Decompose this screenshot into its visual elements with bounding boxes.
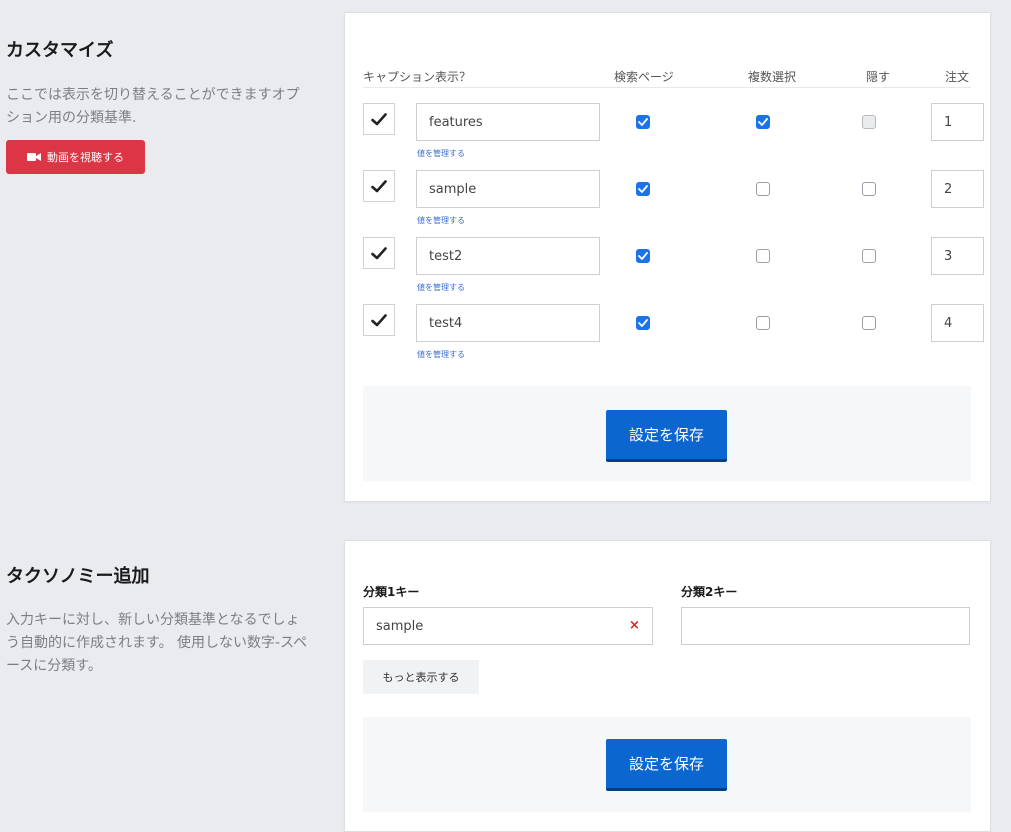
customize-card: キャプション表示？ 検索ページ 複数選択 隠す 注文 features 値を管理す…: [344, 12, 991, 502]
clear-icon[interactable]: ×: [629, 618, 640, 633]
search-page-checkbox[interactable]: [636, 115, 650, 129]
hide-checkbox[interactable]: [862, 115, 876, 129]
header-caption: キャプション表示？: [363, 70, 472, 84]
caption-toggle[interactable]: [363, 170, 395, 202]
taxonomy-name-value: features: [429, 114, 483, 130]
hide-checkbox[interactable]: [862, 182, 876, 196]
key1-value: sample: [376, 618, 424, 634]
multiple-select-checkbox[interactable]: [756, 316, 770, 330]
watch-video-button[interactable]: 動画を視聴する: [6, 140, 145, 174]
caption-toggle[interactable]: [363, 304, 395, 336]
taxonomy-name-input[interactable]: test2: [416, 237, 600, 275]
order-input[interactable]: 1: [931, 103, 984, 141]
order-value: 4: [944, 315, 953, 331]
header-multiple: 複数選択: [748, 70, 797, 84]
header-order: 注文: [945, 70, 970, 84]
search-page-checkbox[interactable]: [636, 316, 650, 330]
customize-description: ここでは表示を切り替えることができますオプション用の分類基準.: [6, 87, 300, 126]
caption-toggle[interactable]: [363, 237, 395, 269]
taxonomy-section-info: タクソノミー追加 入力キーに対し、新しい分類基準となるでしょう自動的に作成されま…: [6, 562, 311, 678]
video-camera-icon: [27, 152, 41, 162]
key1-label: 分類1キー: [363, 585, 420, 599]
multiple-select-checkbox[interactable]: [756, 249, 770, 263]
checkmark-icon: [371, 112, 387, 126]
manage-values-link[interactable]: 値を管理する: [417, 282, 465, 293]
taxonomy-description: 入力キーに対し、新しい分類基準となるでしょう自動的に作成されます。 使用しない数…: [6, 612, 308, 674]
taxonomy-name-value: test4: [429, 315, 463, 331]
manage-values-link[interactable]: 値を管理する: [417, 215, 465, 226]
checkmark-icon: [371, 246, 387, 260]
customize-footer: 設定を保存: [363, 386, 971, 481]
taxonomy-name-value: sample: [429, 181, 477, 197]
order-value: 2: [944, 181, 953, 197]
taxonomy-card: 分類1キー 分類2キー sample × もっと表示する 設定を保存: [344, 540, 991, 832]
order-input[interactable]: 2: [931, 170, 984, 208]
order-value: 1: [944, 114, 953, 130]
order-input[interactable]: 4: [931, 304, 984, 342]
multiple-select-checkbox[interactable]: [756, 182, 770, 196]
manage-values-link[interactable]: 値を管理する: [417, 349, 465, 360]
hide-checkbox[interactable]: [862, 316, 876, 330]
key1-input[interactable]: sample: [363, 607, 653, 645]
customize-section-info: カスタマイズ ここでは表示を切り替えることができますオプション用の分類基準.: [6, 36, 311, 130]
taxonomy-footer: 設定を保存: [363, 717, 971, 812]
key2-label: 分類2キー: [681, 585, 738, 599]
caption-toggle[interactable]: [363, 103, 395, 135]
multiple-select-checkbox[interactable]: [756, 115, 770, 129]
customize-title: カスタマイズ: [6, 40, 114, 61]
key2-input[interactable]: [681, 607, 970, 645]
search-page-checkbox[interactable]: [636, 249, 650, 263]
watch-video-label: 動画を視聴する: [47, 151, 124, 164]
header-search: 検索ページ: [614, 70, 674, 84]
taxonomy-name-value: test2: [429, 248, 463, 264]
show-more-button[interactable]: もっと表示する: [363, 660, 479, 694]
checkmark-icon: [371, 179, 387, 193]
manage-values-link[interactable]: 値を管理する: [417, 148, 465, 159]
save-taxonomy-button[interactable]: 設定を保存: [606, 739, 727, 791]
hide-checkbox[interactable]: [862, 249, 876, 263]
taxonomy-title: タクソノミー追加: [6, 566, 150, 587]
order-value: 3: [944, 248, 953, 264]
checkmark-icon: [371, 313, 387, 327]
taxonomy-name-input[interactable]: sample: [416, 170, 600, 208]
taxonomy-name-input[interactable]: test4: [416, 304, 600, 342]
header-divider: [363, 87, 971, 88]
header-hide: 隠す: [866, 70, 891, 84]
search-page-checkbox[interactable]: [636, 182, 650, 196]
taxonomy-name-input[interactable]: features: [416, 103, 600, 141]
order-input[interactable]: 3: [931, 237, 984, 275]
save-settings-button[interactable]: 設定を保存: [606, 410, 727, 462]
